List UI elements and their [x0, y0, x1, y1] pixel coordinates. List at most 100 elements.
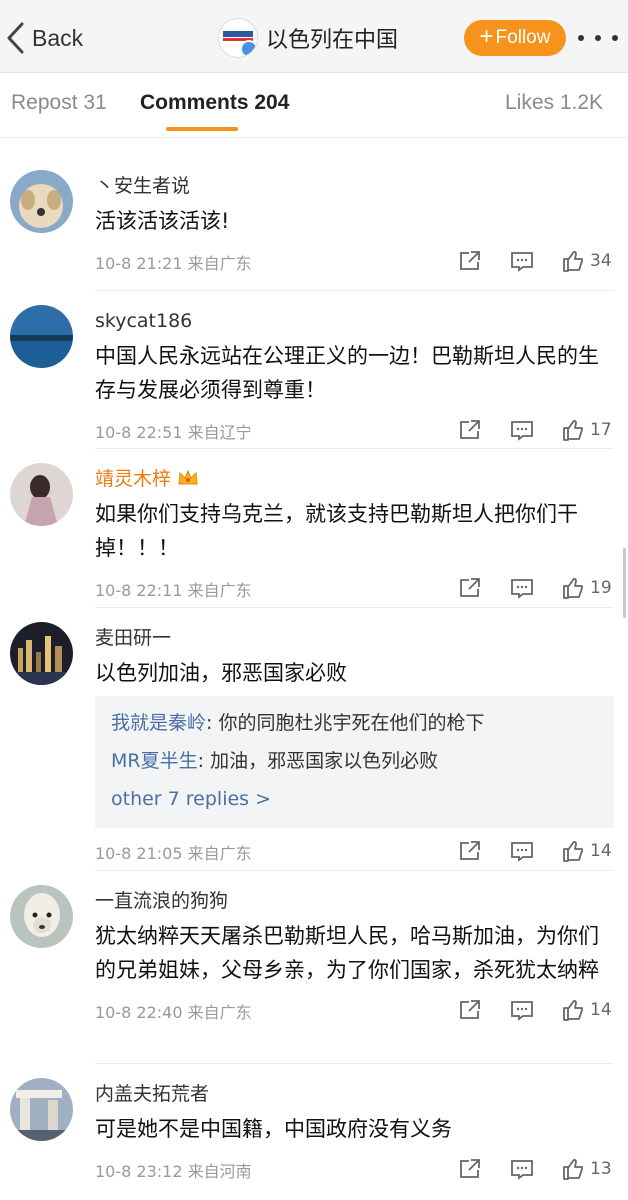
comment-actions: 14	[458, 836, 614, 866]
user-avatar[interactable]	[10, 1078, 73, 1141]
tab-comments[interactable]: Comments 204	[140, 91, 289, 115]
comment-timestamp: 10-8 21:21 来自广东	[95, 254, 252, 273]
comment-meta: 10-8 22:51 来自辽宁 17	[95, 415, 614, 445]
like-button[interactable]: 19	[562, 576, 614, 600]
comment-text: 中国人民永远站在公理正义的一边！巴勒斯坦人民的生存与发展必须得到尊重！	[95, 344, 599, 402]
thumbs-up-icon	[563, 1000, 583, 1021]
like-count: 13	[590, 1159, 612, 1179]
comment-icon	[511, 1160, 533, 1180]
share-button[interactable]	[458, 576, 482, 600]
comment-username[interactable]: 靖灵木梓	[95, 465, 614, 493]
comment-timestamp: 10-8 21:05 来自广东	[95, 844, 252, 863]
share-button[interactable]	[458, 839, 482, 863]
comment-username[interactable]: 麦田研一	[95, 624, 614, 652]
share-icon	[460, 1000, 480, 1019]
share-icon	[460, 578, 480, 597]
follow-label: Follow	[495, 27, 551, 48]
share-button[interactable]	[458, 249, 482, 273]
comment-timestamp: 10-8 22:11 来自广东	[95, 581, 252, 600]
share-button[interactable]	[458, 418, 482, 442]
user-avatar[interactable]	[10, 305, 73, 368]
tab-likes[interactable]: Likes 1.2K	[505, 91, 603, 115]
like-button[interactable]: 13	[562, 1157, 614, 1181]
more-replies-link[interactable]: other 7 replies >	[111, 780, 598, 818]
like-button[interactable]: 34	[562, 249, 614, 273]
comment-text: 可是她不是中国籍，中国政府没有义务	[95, 1117, 452, 1141]
more-options-icon[interactable]	[578, 26, 618, 50]
comment-actions: 34	[458, 246, 614, 276]
share-button[interactable]	[458, 1157, 482, 1181]
reply-item[interactable]: MR夏半生: 加油，邪恶国家以色列必败	[111, 742, 598, 780]
reply-username[interactable]: 我就是秦岭	[111, 712, 206, 734]
like-count: 14	[590, 841, 612, 861]
reply-button[interactable]	[510, 1157, 534, 1181]
user-avatar[interactable]	[10, 170, 73, 233]
like-count: 14	[590, 1000, 612, 1020]
comment-timestamp: 10-8 22:51 来自辽宁	[95, 423, 252, 442]
comment-text: 活该活该活该!	[95, 209, 230, 233]
scrollbar[interactable]	[623, 548, 626, 618]
comment-icon	[511, 252, 533, 272]
like-button[interactable]: 14	[562, 998, 614, 1022]
reply-button[interactable]	[510, 839, 534, 863]
follow-button[interactable]: + Follow	[464, 20, 566, 56]
reply-text: 你的同胞杜兆宇死在他们的枪下	[218, 712, 485, 734]
comment-meta: 10-8 22:11 来自广东 19	[95, 573, 614, 603]
account-avatar	[218, 18, 258, 58]
thumbs-up-icon	[563, 420, 583, 441]
like-button[interactable]: 17	[562, 418, 614, 442]
share-icon	[460, 420, 480, 439]
back-button[interactable]: Back	[6, 18, 83, 58]
comment-timestamp: 10-8 22:40 来自广东	[95, 1003, 252, 1022]
comment-timestamp: 10-8 23:12 来自河南	[95, 1162, 252, 1181]
like-count: 19	[590, 578, 612, 598]
thumbs-up-icon	[563, 841, 583, 862]
comment-actions: 19	[458, 573, 614, 603]
share-icon	[460, 841, 480, 860]
comment-icon	[511, 579, 533, 599]
like-button[interactable]: 14	[562, 839, 614, 863]
reply-text: 加油，邪恶国家以色列必败	[210, 750, 439, 772]
like-count: 17	[590, 420, 612, 440]
share-button[interactable]	[458, 998, 482, 1022]
comment-username[interactable]: 丶安生者说	[95, 172, 614, 200]
tab-repost[interactable]: Repost 31	[11, 91, 107, 115]
reply-username[interactable]: MR夏半生	[111, 750, 198, 772]
user-avatar[interactable]	[10, 622, 73, 685]
comment-username[interactable]: 内盖夫拓荒者	[95, 1080, 614, 1108]
thumbs-up-icon	[563, 1159, 583, 1180]
back-label: Back	[32, 24, 84, 51]
comment-text: 如果你们支持乌克兰，就该支持巴勒斯坦人把你们干掉！！！	[95, 502, 578, 560]
user-avatar[interactable]	[10, 885, 73, 948]
divider	[95, 607, 614, 608]
comment-meta: 10-8 22:40 来自广东 14	[95, 995, 614, 1025]
comment-actions: 17	[458, 415, 614, 445]
account-header[interactable]: 以色列在中国	[218, 18, 398, 58]
comment-icon	[511, 421, 533, 441]
reply-button[interactable]	[510, 418, 534, 442]
user-avatar[interactable]	[10, 463, 73, 526]
vip-crown-icon	[178, 469, 198, 485]
like-count: 34	[590, 251, 612, 271]
plus-icon: +	[479, 23, 494, 50]
share-icon	[460, 1159, 480, 1178]
comment-icon	[511, 1001, 533, 1021]
comment-meta: 10-8 21:05 来自广东 14	[95, 836, 614, 866]
verified-badge-icon	[240, 40, 257, 57]
thumbs-up-icon	[563, 578, 583, 599]
comment-actions: 13	[458, 1154, 614, 1184]
reply-button[interactable]	[510, 249, 534, 273]
comment-icon	[511, 842, 533, 862]
divider	[95, 870, 614, 871]
top-nav-bar: Back 以色列在中国 + Follow	[0, 0, 628, 73]
divider	[95, 448, 614, 449]
reply-button[interactable]	[510, 998, 534, 1022]
comment-username[interactable]: skycat186	[95, 307, 614, 335]
comment-username[interactable]: 一直流浪的狗狗	[95, 887, 614, 915]
replies-preview: 我就是秦岭: 你的同胞杜兆宇死在他们的枪下 MR夏半生: 加油，邪恶国家以色列必…	[95, 696, 614, 828]
share-icon	[460, 251, 480, 270]
active-tab-indicator	[166, 127, 238, 131]
reply-button[interactable]	[510, 576, 534, 600]
divider	[95, 1063, 614, 1064]
reply-item[interactable]: 我就是秦岭: 你的同胞杜兆宇死在他们的枪下	[111, 704, 598, 742]
